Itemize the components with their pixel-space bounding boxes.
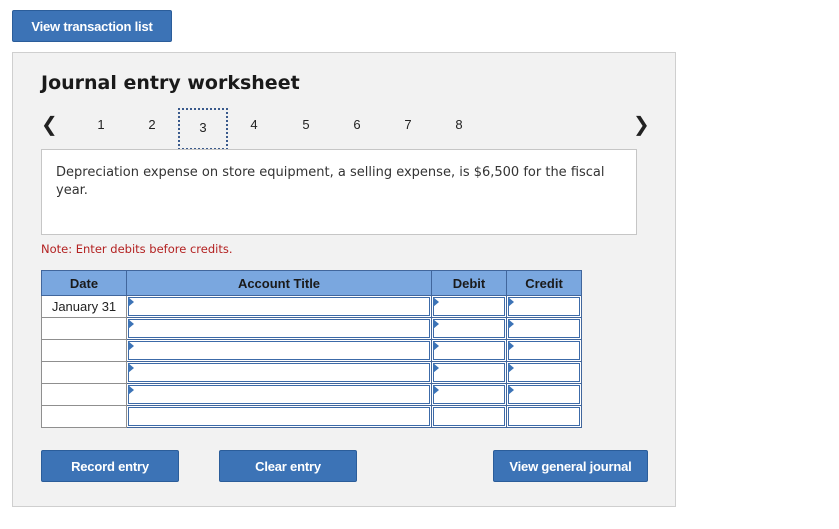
view-general-journal-button[interactable]: View general journal (493, 450, 648, 482)
debit-field[interactable] (431, 339, 507, 362)
journal-entry-table: Date Account Title Debit Credit January … (41, 270, 582, 428)
dropdown-marker-icon (433, 385, 439, 395)
table-row (41, 361, 582, 384)
record-entry-button[interactable]: Record entry (41, 450, 179, 482)
dropdown-marker-icon (433, 297, 439, 307)
step-6[interactable]: 6 (347, 117, 367, 132)
credit-field[interactable] (506, 383, 582, 406)
credit-field[interactable] (506, 295, 582, 318)
date-cell (41, 361, 127, 384)
date-cell (41, 317, 127, 340)
dropdown-marker-icon (433, 319, 439, 329)
dropdown-marker-icon (508, 319, 514, 329)
account-title-field[interactable] (126, 361, 432, 384)
step-4[interactable]: 4 (244, 117, 264, 132)
dropdown-marker-icon (128, 341, 134, 351)
dropdown-marker-icon (433, 341, 439, 351)
debit-column-header: Debit (431, 270, 507, 296)
debit-field[interactable] (431, 317, 507, 340)
account-title-field[interactable] (126, 339, 432, 362)
date-cell (41, 405, 127, 428)
step-1[interactable]: 1 (91, 117, 111, 132)
credit-field[interactable] (506, 339, 582, 362)
step-5[interactable]: 5 (296, 117, 316, 132)
debit-field[interactable] (431, 361, 507, 384)
table-row (41, 317, 582, 340)
clear-entry-button[interactable]: Clear entry (219, 450, 357, 482)
step-2[interactable]: 2 (142, 117, 162, 132)
account-title-column-header: Account Title (126, 270, 432, 296)
step-8[interactable]: 8 (449, 117, 469, 132)
table-row: January 31 (41, 295, 582, 318)
dropdown-marker-icon (508, 341, 514, 351)
dropdown-marker-icon (508, 363, 514, 373)
chevron-right-icon[interactable]: ❯ (633, 113, 650, 135)
credit-column-header: Credit (506, 270, 582, 296)
debit-field[interactable] (431, 383, 507, 406)
account-title-field[interactable] (126, 317, 432, 340)
date-cell: January 31 (41, 295, 127, 318)
debit-field[interactable] (431, 405, 507, 428)
date-cell (41, 339, 127, 362)
credit-field[interactable] (506, 361, 582, 384)
date-cell (41, 383, 127, 406)
journal-entry-worksheet-panel: Journal entry worksheet ❮ 1 2 3 4 5 6 7 … (12, 52, 676, 507)
table-row (41, 405, 582, 428)
dropdown-marker-icon (508, 297, 514, 307)
dropdown-marker-icon (128, 319, 134, 329)
worksheet-title: Journal entry worksheet (41, 72, 300, 94)
table-row (41, 383, 582, 406)
step-7[interactable]: 7 (398, 117, 418, 132)
dropdown-marker-icon (508, 385, 514, 395)
dropdown-marker-icon (128, 385, 134, 395)
table-row (41, 339, 582, 362)
note-text: Note: Enter debits before credits. (41, 242, 233, 256)
credit-field[interactable] (506, 317, 582, 340)
dropdown-marker-icon (128, 297, 134, 307)
account-title-field[interactable] (126, 295, 432, 318)
transaction-description: Depreciation expense on store equipment,… (41, 149, 637, 235)
debit-field[interactable] (431, 295, 507, 318)
view-transaction-list-button[interactable]: View transaction list (12, 10, 172, 42)
dropdown-marker-icon (128, 363, 134, 373)
account-title-field[interactable] (126, 405, 432, 428)
chevron-left-icon[interactable]: ❮ (41, 113, 58, 135)
dropdown-marker-icon (433, 363, 439, 373)
credit-field[interactable] (506, 405, 582, 428)
date-column-header: Date (41, 270, 127, 296)
account-title-field[interactable] (126, 383, 432, 406)
step-3-active[interactable]: 3 (178, 108, 228, 150)
